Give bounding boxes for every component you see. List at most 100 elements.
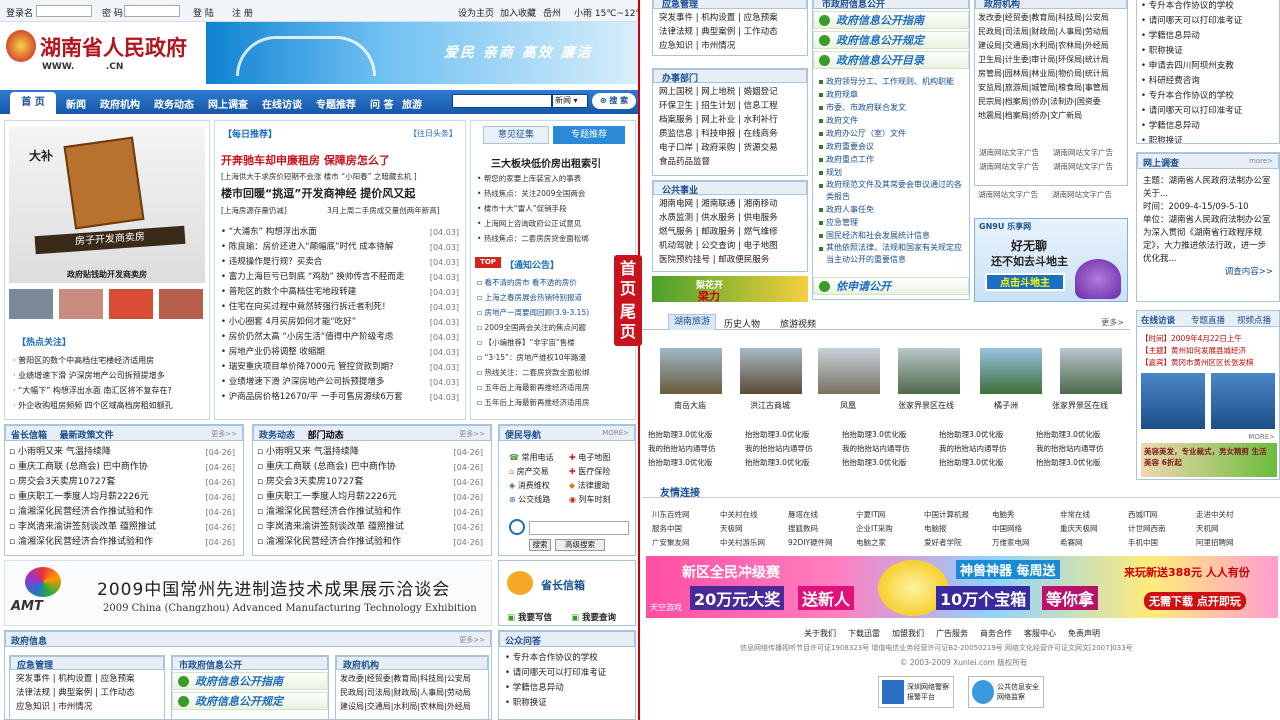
list-item[interactable]: • 沪商品房价格12670/平 一手可售房源续6万套 [04.03]: [221, 390, 463, 405]
list-item[interactable]: 政府重要会议: [817, 140, 965, 153]
write-letter-link[interactable]: ▣ 我要写信: [507, 611, 552, 623]
username-input[interactable]: [36, 5, 92, 17]
list-item[interactable]: · “大幅下” 构想浮出水面 南汇区将不复存在?: [13, 383, 209, 398]
thumb-image-1[interactable]: [9, 289, 53, 319]
convenience-search-input[interactable]: [529, 521, 629, 535]
footer-link[interactable]: 客服中心: [1024, 629, 1056, 638]
spot-image-5[interactable]: [980, 348, 1042, 394]
list-item[interactable]: ☎ 常用电话 ✚ 电子地图: [509, 451, 635, 465]
r-pub-catalog-link[interactable]: 政府信息公开目录: [813, 51, 969, 69]
tab-live[interactable]: 专题直播: [1191, 314, 1225, 326]
list-item[interactable]: 政府人事任免: [817, 203, 965, 216]
spot-image-3[interactable]: [818, 348, 880, 394]
list-item[interactable]: • 热线焦点：关注2009全国两会: [477, 186, 633, 201]
mailbox-title[interactable]: 省长信箱: [541, 577, 585, 593]
r-pub-rules-link[interactable]: 政府信息公开规定: [813, 31, 969, 49]
spot-name-3[interactable]: 凤凰: [840, 400, 856, 411]
footer-link[interactable]: 下载迅雷: [848, 629, 880, 638]
headline-2[interactable]: 楼市回暖“挑逗”开发商神经 提价风又起: [221, 185, 415, 201]
nav-search-input[interactable]: [452, 94, 552, 108]
nav-search-select[interactable]: 新闻 ▾: [552, 94, 588, 108]
headline-1-sub[interactable]: [上海供大于求房价短期不会涨 楼市 “小阳春” 之暗藏玄机 ]: [221, 171, 417, 182]
footer-link[interactable]: 广告服务: [936, 629, 968, 638]
nav-travel[interactable]: 旅游: [402, 96, 422, 111]
list-item[interactable]: • 请问哪天可以打印准考证: [1141, 104, 1275, 119]
more-link[interactable]: MORE>: [1248, 433, 1275, 441]
list-item[interactable]: ▫ 热线关注：二套房贷款全面松绑: [477, 365, 633, 380]
list-item[interactable]: • 学籍信息异动: [1141, 119, 1275, 134]
feature-cartoon-image[interactable]: 大补 房子开发商卖房 政府贴钱助开发商卖房: [9, 127, 205, 283]
list-item[interactable]: · 外企收购租房频频 四个区域高档房租如额孔: [13, 398, 209, 413]
nav-topics[interactable]: 专题推荐: [316, 96, 356, 111]
nav-gov-affairs[interactable]: 政务动态: [154, 96, 194, 111]
list-item[interactable]: ▫ 看不清的房市 看不透的房价: [477, 275, 633, 290]
tab-governor-mail[interactable]: 省长信箱: [11, 431, 47, 441]
query-letter-link[interactable]: ▣ 我要查询: [571, 611, 616, 623]
spot-image-2[interactable]: [740, 348, 802, 394]
list-item[interactable]: • 房地产业仍将调整 收缩期 [04.03]: [221, 345, 463, 360]
list-item[interactable]: 政府重点工作: [817, 153, 965, 166]
r-pub-guide-link[interactable]: 政府信息公开指南: [813, 11, 969, 29]
list-item[interactable]: ▫ 五年后上海最新再推经济适用房: [477, 380, 633, 395]
spot-image-1[interactable]: [660, 348, 722, 394]
r-survey-more-link[interactable]: 调查内容>>: [1143, 266, 1273, 279]
r-ad-banner[interactable]: 梨花开 梁力: [652, 276, 808, 303]
list-item[interactable]: ▫ 房地产一周要闻回顾(3.9-3.15): [477, 305, 633, 320]
list-item[interactable]: ▫ 渝湘深化民营经济合作推试验和作 [04-26]: [257, 505, 487, 520]
list-item[interactable]: • 普陀区的数个中高档住宅地段转建 [04.03]: [221, 285, 463, 300]
list-item[interactable]: ▫ 五年后上海最新再推经济适用房: [477, 395, 633, 410]
list-item[interactable]: • 小心圈套 4月买房如何才能“吃好” [04.03]: [221, 315, 463, 330]
list-item[interactable]: • 职称换证: [1141, 44, 1275, 59]
interview-video-2[interactable]: [1211, 373, 1275, 429]
footer-link[interactable]: 商务合作: [980, 629, 1012, 638]
more-link[interactable]: MORE>: [602, 429, 629, 437]
tab-topics[interactable]: 专题推荐: [553, 126, 625, 144]
password-input[interactable]: [124, 5, 180, 17]
list-item[interactable]: • 楼市十大“雷人”促销手段: [477, 201, 633, 216]
spot-name-4[interactable]: 张家界景区在线: [898, 400, 954, 411]
list-item[interactable]: ▫ 渝湘深化民营经济合作推试验和作 [04-26]: [257, 535, 487, 550]
list-item[interactable]: 政府办公厅（室）文件: [817, 127, 965, 140]
headline-1[interactable]: 开奔驰车却申廉租房 保障房怎么了: [221, 152, 390, 168]
list-item[interactable]: • 职称换证: [505, 696, 629, 711]
list-item[interactable]: • 上海网上咨询政府公正试意见: [477, 216, 633, 231]
thumb-image-3[interactable]: [109, 289, 153, 319]
list-item[interactable]: • 住宅在向买过程中竟然转强行拆迁者利死！ [04.03]: [221, 300, 463, 315]
list-item[interactable]: ▫ 房交会3天卖房10727套 [04-26]: [257, 475, 487, 490]
r-pub-apply-link[interactable]: 依申请公开: [813, 277, 969, 295]
list-item[interactable]: • 专升本合作协议的学校: [1141, 0, 1275, 14]
list-item[interactable]: • 专升本合作协议的学校: [505, 651, 629, 666]
nav-gov-org[interactable]: 政府机构: [100, 96, 140, 111]
nav-survey[interactable]: 网上调查: [208, 96, 248, 111]
footer-badge-2[interactable]: 公共信息安全网络监察: [968, 676, 1044, 708]
tab-dept-affairs[interactable]: 部门动态: [308, 431, 344, 441]
list-item[interactable]: ▫ 小雨明又来 气温持续降 [04-26]: [9, 445, 239, 460]
r-game-button[interactable]: 点击斗地主: [985, 273, 1065, 291]
list-item[interactable]: • 科研经费咨询: [1141, 74, 1275, 89]
home-page-tag[interactable]: 首页: [614, 255, 642, 303]
more-link[interactable]: more>: [1249, 157, 1273, 165]
past-headlines-link[interactable]: 【往日头条】: [409, 128, 457, 139]
list-item[interactable]: • 陈良瑜：房价还进入“颠幅底”时代 成本待解 [04.03]: [221, 240, 463, 255]
login-button[interactable]: 登 陆: [193, 6, 214, 19]
list-item[interactable]: • 违规操作是行规？买卖合 [04.03]: [221, 255, 463, 270]
nav-interview[interactable]: 在线访谈: [262, 96, 302, 111]
list-item[interactable]: ⊛ 公交线路 ◉ 列车时刻: [509, 493, 635, 507]
list-item[interactable]: ▫ 房交会3天卖房10727套 [04-26]: [9, 475, 239, 490]
interview-video-1[interactable]: [1141, 373, 1205, 429]
list-item[interactable]: ▫ 李岚清来渝讲签刻谈改革 蕴照推试 [04-26]: [257, 520, 487, 535]
footer-link[interactable]: 免责声明: [1068, 629, 1100, 638]
nav-news[interactable]: 新闻: [66, 96, 86, 111]
spot-name-6[interactable]: 张家界景区在线: [1052, 400, 1108, 411]
r-interview-ad[interactable]: 美容美发，专业裁式，男女精剪 生活美容 6折起: [1141, 443, 1277, 477]
tab-travel-video[interactable]: 旅游视频: [780, 317, 816, 330]
list-item[interactable]: 政府领导分工、工作规则、机构职能: [817, 75, 965, 88]
tab-gov-affairs[interactable]: 政务动态: [259, 431, 295, 441]
list-item[interactable]: • 帮您的家要上库装宜入的事表: [477, 171, 633, 186]
spot-name-5[interactable]: 橘子洲: [994, 400, 1018, 411]
more-link[interactable]: 更多>: [1101, 317, 1124, 328]
list-item[interactable]: ▫ 渝湘深化民营经济合作推试验和作 [04-26]: [9, 535, 239, 550]
bottom-game-ad[interactable]: 新区全民冲级赛 20万元大奖 送新人 神兽神器 每周送 10万个宝箱 等你拿 来…: [646, 556, 1278, 618]
tab-hunan-travel[interactable]: 湖南旅游: [668, 314, 716, 330]
list-item[interactable]: • 房价仍然太高 “小房生活”值得中产阶级考虑 [04.03]: [221, 330, 463, 345]
